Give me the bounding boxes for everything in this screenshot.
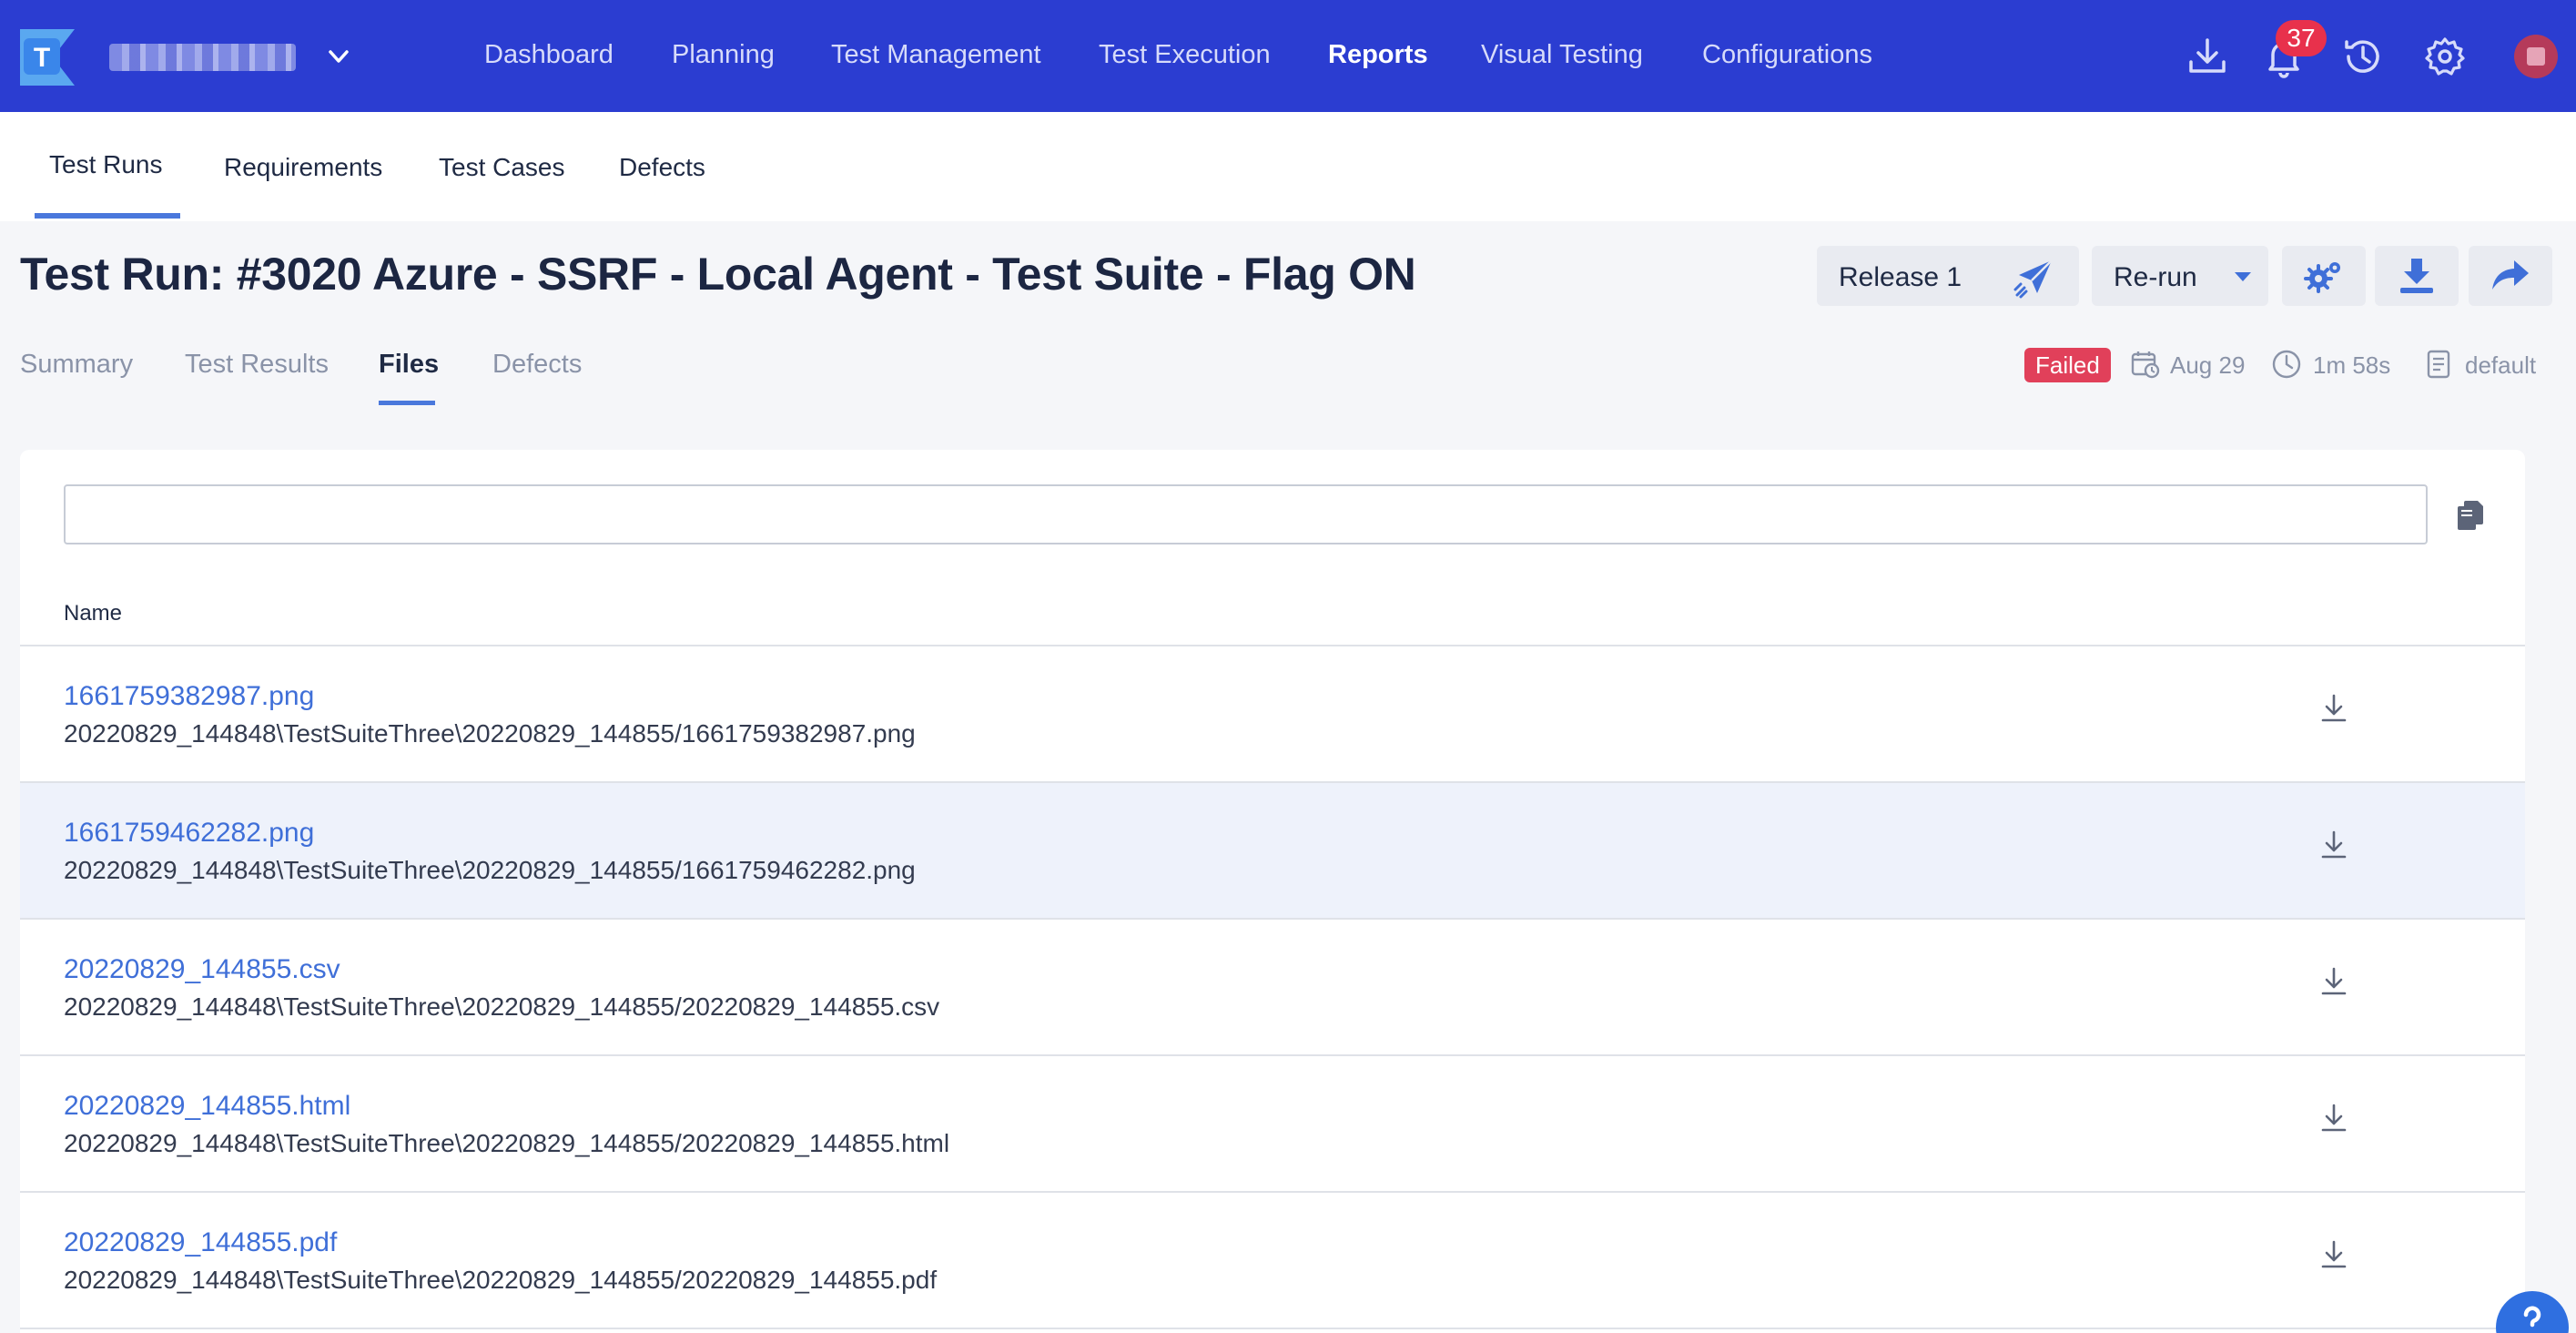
page-title: Test Run: #3020 Azure - SSRF - Local Age… <box>20 249 1416 300</box>
file-path: 20220829_144848\TestSuiteThree\20220829_… <box>64 1266 938 1294</box>
caret-down-icon[interactable] <box>2232 266 2254 288</box>
download-report-button[interactable] <box>2375 246 2459 306</box>
download-icon[interactable] <box>2317 1238 2350 1271</box>
subtab-test-runs[interactable]: Test Runs <box>49 150 163 179</box>
clock-icon <box>2272 350 2301 379</box>
share-icon <box>2492 260 2529 290</box>
nav-planning[interactable]: Planning <box>672 40 775 70</box>
subtab-requirements[interactable]: Requirements <box>224 153 382 182</box>
rerun-label: Re-run <box>2114 262 2197 292</box>
file-path: 20220829_144848\TestSuiteThree\20220829_… <box>64 992 940 1021</box>
release-label: Release 1 <box>1839 262 1962 292</box>
top-navigation-bar: T Dashboard Planning Test Management Tes… <box>0 0 2576 112</box>
gear-icon[interactable] <box>2423 35 2467 78</box>
file-path: 20220829_144848\TestSuiteThree\20220829_… <box>64 856 916 884</box>
table-row: 20220829_144855.pdf 20220829_144848\Test… <box>20 1193 2525 1329</box>
nav-configurations[interactable]: Configurations <box>1702 40 1872 70</box>
nav-reports[interactable]: Reports <box>1328 40 1428 70</box>
active-subtab-indicator <box>35 213 180 219</box>
reports-subnav <box>0 112 2576 221</box>
history-icon[interactable] <box>2341 35 2385 78</box>
tab-defects[interactable]: Defects <box>492 350 582 380</box>
tab-summary[interactable]: Summary <box>20 350 133 380</box>
download-icon <box>2400 259 2433 293</box>
file-name-link[interactable]: 1661759462282.png <box>64 818 314 849</box>
chevron-down-icon[interactable] <box>324 42 353 71</box>
download-icon[interactable] <box>2317 965 2350 998</box>
copy-icon[interactable] <box>2454 499 2487 532</box>
nav-visual-testing[interactable]: Visual Testing <box>1481 40 1643 70</box>
download-icon[interactable] <box>2317 1102 2350 1135</box>
column-header-name: Name <box>64 601 123 626</box>
nav-dashboard[interactable]: Dashboard <box>484 40 614 70</box>
svg-text:T: T <box>34 43 50 73</box>
file-path: 20220829_144848\TestSuiteThree\20220829_… <box>64 1129 950 1157</box>
download-icon[interactable] <box>2317 692 2350 725</box>
nav-test-execution[interactable]: Test Execution <box>1099 40 1271 70</box>
table-row: 1661759382987.png 20220829_144848\TestSu… <box>20 646 2525 783</box>
active-tab-indicator <box>379 401 435 405</box>
table-row: 20220829_144855.html 20220829_144848\Tes… <box>20 1056 2525 1193</box>
notification-count-badge: 37 <box>2276 20 2327 56</box>
download-icon[interactable] <box>2186 35 2229 78</box>
share-button[interactable] <box>2469 246 2552 306</box>
paper-plane-icon <box>2013 259 2053 299</box>
app-logo-icon[interactable]: T <box>20 29 75 86</box>
tab-files[interactable]: Files <box>379 350 439 380</box>
run-date: Aug 29 <box>2170 351 2246 379</box>
file-name-link[interactable]: 20220829_144855.html <box>64 1091 350 1122</box>
tab-test-results[interactable]: Test Results <box>185 350 329 380</box>
table-row: 20220829_144855.csv 20220829_144848\Test… <box>20 920 2525 1056</box>
run-profile: default <box>2465 351 2537 379</box>
file-name-link[interactable]: 1661759382987.png <box>64 681 314 712</box>
file-name-link[interactable]: 20220829_144855.csv <box>64 954 340 985</box>
file-name-link[interactable]: 20220829_144855.pdf <box>64 1227 337 1258</box>
rerun-button[interactable]: Re-run <box>2092 246 2268 306</box>
download-icon[interactable] <box>2317 829 2350 861</box>
document-icon <box>2427 350 2450 379</box>
file-path: 20220829_144848\TestSuiteThree\20220829_… <box>64 719 916 748</box>
gears-icon <box>2304 262 2340 293</box>
subtab-defects[interactable]: Defects <box>619 153 705 182</box>
release-button[interactable]: Release 1 <box>1817 246 2079 306</box>
files-card: Name 1661759382987.png 20220829_144848\T… <box>20 450 2525 1333</box>
files-search-input[interactable] <box>64 484 2428 544</box>
nav-test-management[interactable]: Test Management <box>831 40 1041 70</box>
subtab-test-cases[interactable]: Test Cases <box>439 153 565 182</box>
calendar-clock-icon <box>2131 351 2160 379</box>
run-settings-button[interactable] <box>2282 246 2366 306</box>
project-selector[interactable] <box>109 44 296 71</box>
table-row: 1661759462282.png 20220829_144848\TestSu… <box>20 783 2525 920</box>
status-badge: Failed <box>2024 348 2111 382</box>
help-icon <box>2523 1306 2541 1328</box>
user-avatar[interactable] <box>2514 35 2558 78</box>
run-duration: 1m 58s <box>2313 351 2391 379</box>
